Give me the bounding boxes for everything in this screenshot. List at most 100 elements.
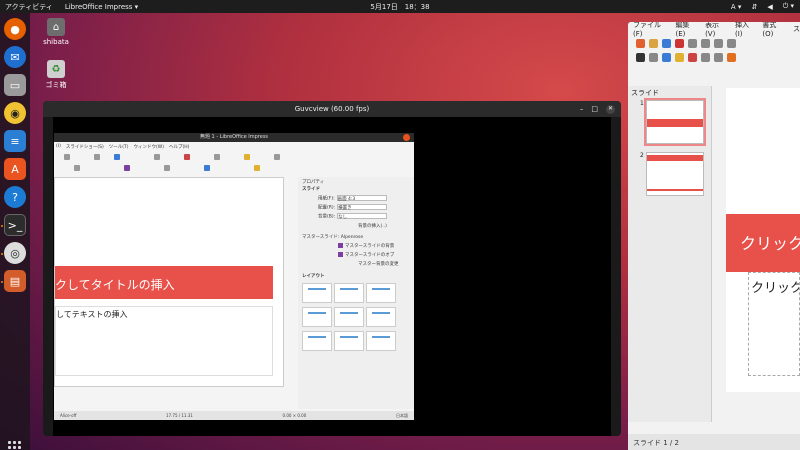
captured-layout-section: レイアウト xyxy=(302,274,325,279)
rhythmbox-icon[interactable]: ◉ xyxy=(4,102,26,124)
slide-thumbnail-2[interactable] xyxy=(646,152,704,196)
captured-title-band: クしてタイトルの挿入 xyxy=(55,266,273,299)
layout-option xyxy=(366,331,396,351)
software-icon[interactable]: A xyxy=(4,158,26,180)
drawing-toolbar xyxy=(628,50,800,64)
standard-toolbar xyxy=(628,36,800,50)
dock: ● ✉ ▭ ◉ ≡ A ? >_ ◎ ▤ xyxy=(0,13,30,450)
save-icon[interactable] xyxy=(662,38,671,48)
select-icon[interactable] xyxy=(636,52,645,62)
ellipse-icon[interactable] xyxy=(714,52,723,62)
paste-icon[interactable] xyxy=(727,38,736,48)
close-icon[interactable]: ✕ xyxy=(606,104,615,114)
menu-file[interactable]: ファイル(F) xyxy=(633,22,668,38)
layout-option xyxy=(334,307,364,327)
top-bar: アクティビティ LibreOffice Impress ▾ 5月17日 18：3… xyxy=(0,0,800,13)
captured-menu-item: ツール(T) xyxy=(108,144,129,150)
menu-edit[interactable]: 編集(E) xyxy=(675,22,698,38)
slide-title-band: クリック xyxy=(726,214,800,272)
desktop-icon-label: ゴミ箱 xyxy=(45,81,67,89)
help-icon[interactable]: ? xyxy=(4,186,26,208)
captured-master-page: マスター背景の変更 xyxy=(358,262,399,267)
line-color-icon[interactable] xyxy=(662,52,671,62)
desktop-icon-home[interactable]: ⌂ shibata xyxy=(38,18,74,46)
captured-status-bar: Alice-off 17.75 / 11.31 0.00 × 0.00 日本語 xyxy=(54,411,414,420)
captured-bg-label: 背景(B): xyxy=(318,214,336,220)
maximize-icon[interactable]: □ xyxy=(591,101,598,117)
active-indicator xyxy=(1,225,3,227)
slides-panel-title: スライド xyxy=(631,89,659,97)
writer-icon[interactable]: ≡ xyxy=(4,130,26,152)
app-menu[interactable]: LibreOffice Impress ▾ xyxy=(65,3,138,11)
menu-view[interactable]: 表示(V) xyxy=(705,22,728,38)
menu-insert[interactable]: 挿入(I) xyxy=(735,22,755,38)
trash-icon: ♻ xyxy=(47,60,65,78)
captured-master-bg: マスタースライドの背景 xyxy=(345,244,395,249)
menu-slide[interactable]: ス xyxy=(793,24,800,34)
layout-option xyxy=(334,283,364,303)
rectangle-icon[interactable] xyxy=(701,52,710,62)
power-icon[interactable]: ⏻ ▾ xyxy=(783,2,794,11)
captured-properties-header: プロパティ xyxy=(302,180,325,185)
captured-status-right: 日本語 xyxy=(395,413,408,418)
captured-layout-grid xyxy=(302,283,396,351)
terminal-icon[interactable]: >_ xyxy=(4,214,26,236)
zoom-icon[interactable] xyxy=(649,52,658,62)
print-icon[interactable] xyxy=(688,38,697,48)
webcam-icon[interactable]: ◎ xyxy=(4,242,26,264)
captured-slide-title: クしてタイトルの挿入 xyxy=(55,278,175,292)
export-pdf-icon[interactable] xyxy=(675,38,684,48)
slide-body-placeholder[interactable]: クリックし xyxy=(748,272,800,376)
captured-menu-item: スライドショー(S) xyxy=(65,144,104,150)
slide-title-placeholder[interactable]: クリック xyxy=(740,230,800,254)
volume-icon[interactable]: ◀ xyxy=(767,3,772,11)
line-icon[interactable] xyxy=(688,52,697,62)
cut-icon[interactable] xyxy=(701,38,710,48)
layout-option xyxy=(366,307,396,327)
layout-option xyxy=(302,307,332,327)
desktop-icon-label: shibata xyxy=(43,38,69,46)
captured-master-label: マスタースライド: xyxy=(302,235,340,240)
window-titlebar: Guvcview (60.00 fps) – □ ✕ xyxy=(43,101,621,117)
layout-option xyxy=(366,283,396,303)
slide-thumbnail-1[interactable] xyxy=(644,98,706,146)
slides-panel: スライド 1 2 xyxy=(628,86,712,422)
captured-sidebar: プロパティ スライド 用紙(F): 画面 4:3 配置(R): 横置き 背景(B):… xyxy=(298,177,414,409)
desktop-icon-trash[interactable]: ♻ ゴミ箱 xyxy=(38,60,74,90)
captured-bg-field: なし xyxy=(337,213,388,220)
network-icon[interactable]: ⇵ xyxy=(751,3,757,11)
checkbox-icon xyxy=(338,243,343,248)
captured-close-icon xyxy=(403,134,410,141)
open-icon[interactable] xyxy=(649,38,658,48)
thunderbird-icon[interactable]: ✉ xyxy=(4,46,26,68)
impress-icon[interactable]: ▤ xyxy=(4,270,26,292)
layout-option xyxy=(334,331,364,351)
menu-format[interactable]: 書式(O) xyxy=(762,22,786,38)
files-icon[interactable]: ▭ xyxy=(4,74,26,96)
captured-master-objects: マスタースライドのオブ xyxy=(345,253,395,258)
thumbnail-number: 1 xyxy=(640,100,644,107)
thumbnail-number: 2 xyxy=(640,152,644,159)
captured-insert-image: 背景の挿入(..) xyxy=(358,224,387,229)
menu-bar: ファイル(F) 編集(E) 表示(V) 挿入(I) 書式(O) ス xyxy=(628,22,800,38)
window-title: Guvcview (60.00 fps) xyxy=(294,105,370,113)
layout-option xyxy=(302,283,332,303)
captured-menu-item: ヘルプ(H) xyxy=(168,144,190,150)
active-indicator xyxy=(1,281,3,283)
guvcview-window: Guvcview (60.00 fps) – □ ✕ 無題 1 - LibreO… xyxy=(43,101,621,436)
arrow-icon[interactable] xyxy=(727,52,736,62)
captured-titlebar: 無題 1 - LibreOffice Impress xyxy=(54,133,414,142)
captured-menu-item: (I) xyxy=(56,144,61,149)
input-method-indicator[interactable]: A ▾ xyxy=(731,3,742,11)
slide-canvas[interactable]: クリック クリックし xyxy=(726,88,800,392)
captured-menu-item: ウィンドウ(W) xyxy=(133,144,164,150)
copy-icon[interactable] xyxy=(714,38,723,48)
minimize-icon[interactable]: – xyxy=(580,101,584,117)
firefox-icon[interactable]: ● xyxy=(4,18,26,40)
captured-toolbars xyxy=(54,151,414,175)
fill-color-icon[interactable] xyxy=(675,52,684,62)
captured-size-label: 用紙(F): xyxy=(318,196,335,202)
activities-button[interactable]: アクティビティ xyxy=(5,2,53,12)
show-applications-icon[interactable] xyxy=(8,441,22,450)
new-icon[interactable] xyxy=(636,38,645,48)
